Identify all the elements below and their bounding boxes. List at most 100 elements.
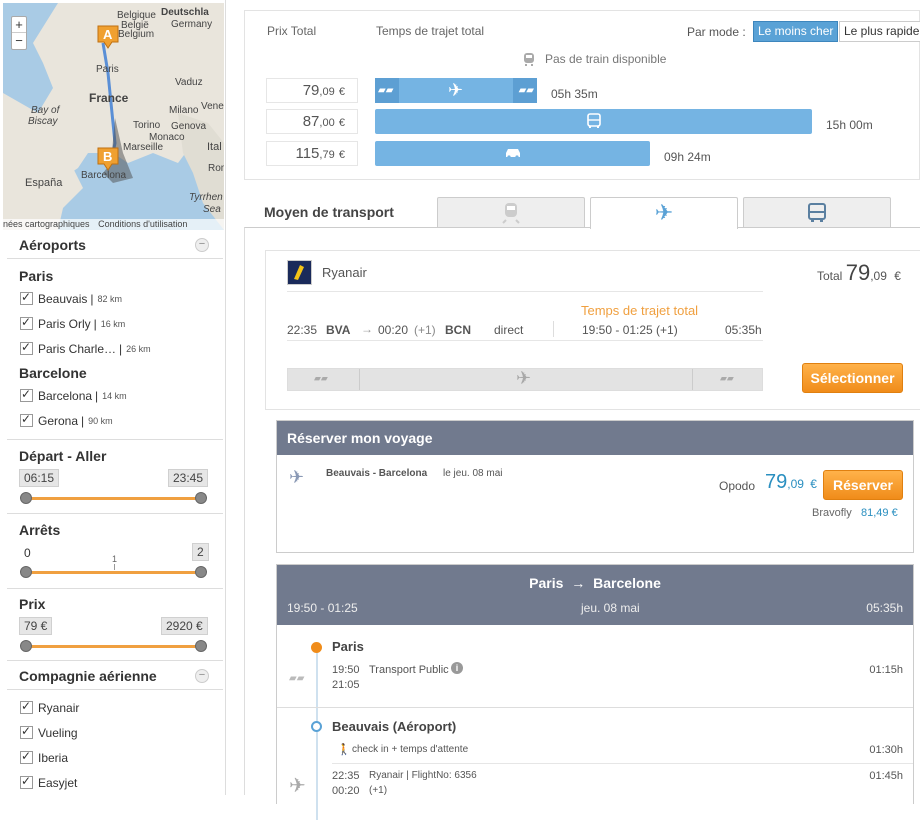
option-bar-car[interactable] bbox=[375, 141, 650, 166]
timeline-stop-dot bbox=[311, 721, 322, 732]
option-duration: 05h 35m bbox=[551, 87, 598, 101]
map-label: Rom bbox=[208, 163, 224, 174]
checkin-text: check in + temps d'attente bbox=[352, 744, 469, 755]
itinerary-from: Paris bbox=[529, 575, 564, 591]
airport-distance: 14 km bbox=[102, 390, 127, 401]
stops-slider-track[interactable] bbox=[26, 571, 201, 574]
total-dec: ,09 bbox=[870, 269, 887, 283]
provider-price: 79,09 € bbox=[765, 471, 817, 494]
departure-min-handle[interactable] bbox=[20, 492, 32, 504]
no-train-text: Pas de train disponible bbox=[545, 52, 667, 66]
zoom-out-button[interactable]: − bbox=[12, 33, 26, 49]
departure-title: Départ - Aller bbox=[19, 448, 107, 464]
airline-list: Ryanair Vueling Iberia Easyjet bbox=[7, 695, 207, 795]
airline-name: Iberia bbox=[38, 750, 69, 765]
price-min-handle[interactable] bbox=[20, 640, 32, 652]
price-int: 87 bbox=[302, 113, 320, 130]
airport-checkbox-beauvais[interactable]: Beauvais|82 km bbox=[7, 286, 207, 311]
price-currency: € bbox=[338, 149, 345, 161]
car-icon: ▰▰ bbox=[720, 373, 734, 383]
book-button[interactable]: Réserver bbox=[823, 470, 903, 500]
map-label: Venezia bbox=[201, 101, 224, 112]
checkbox-checked-icon bbox=[20, 412, 33, 427]
train-icon bbox=[524, 53, 534, 66]
alt-provider-price[interactable]: 81,49 € bbox=[861, 507, 898, 519]
airport-distance: 82 km bbox=[97, 293, 123, 304]
airport-list: Beauvais|82 km Paris Orly|16 km Paris Ch… bbox=[7, 286, 207, 361]
segment-duration: 01:15h bbox=[869, 664, 903, 676]
stops-min-handle[interactable] bbox=[20, 566, 32, 578]
airport-name: Paris Charle… bbox=[38, 341, 117, 356]
price-slider-track[interactable] bbox=[26, 645, 201, 648]
airline-checkbox-ryanair[interactable]: Ryanair bbox=[7, 695, 207, 720]
airport-checkbox-barcelona[interactable]: Barcelona|14 km bbox=[7, 383, 207, 408]
departure-slider-track[interactable] bbox=[26, 497, 201, 500]
airline-name: Easyjet bbox=[38, 775, 78, 790]
stops-max-handle[interactable] bbox=[195, 566, 207, 578]
booking-card: Réserver mon voyage ✈ Beauvais - Barcelo… bbox=[276, 420, 914, 553]
option-price-car[interactable]: 115,79 € bbox=[266, 141, 358, 166]
airport-name: Paris Orly bbox=[38, 316, 91, 331]
map-terms-link[interactable]: Conditions d'utilisation bbox=[98, 219, 187, 229]
zoom-control: + − bbox=[11, 16, 27, 50]
route-map[interactable]: Belgique België Belgium Deutschla German… bbox=[3, 3, 224, 230]
option-bar-flight[interactable]: ▰▰ ✈ ▰▰ bbox=[375, 78, 537, 103]
option-duration: 09h 24m bbox=[664, 150, 711, 164]
stop-time: 21:05 bbox=[332, 679, 360, 691]
itinerary-date: jeu. 08 mai bbox=[581, 601, 640, 615]
collapse-icon[interactable]: − bbox=[195, 669, 209, 683]
option-bar-bus[interactable] bbox=[375, 109, 812, 134]
total-time-range: 19:50 - 01:25 (+1) bbox=[582, 323, 678, 337]
mode-fastest-button[interactable]: Le plus rapide bbox=[839, 21, 920, 42]
map-label: Germany bbox=[171, 19, 212, 30]
plane-icon: ✈ bbox=[289, 775, 306, 797]
option-price-bus[interactable]: 87,00 € bbox=[266, 109, 358, 134]
airline-section-header[interactable]: Compagnie aérienne − bbox=[7, 660, 223, 688]
info-icon[interactable]: i bbox=[451, 662, 463, 674]
separator: | bbox=[90, 291, 94, 306]
price-max-handle[interactable] bbox=[195, 640, 207, 652]
airport-checkbox-gerona[interactable]: Gerona|90 km bbox=[7, 408, 207, 433]
map-label: Deutschla bbox=[161, 7, 209, 18]
airline-checkbox-easyjet[interactable]: Easyjet bbox=[7, 770, 207, 795]
map-label: Sea bbox=[203, 204, 221, 215]
departure-max-handle[interactable] bbox=[195, 492, 207, 504]
map-label: France bbox=[89, 91, 129, 105]
map-label: Bay of bbox=[31, 105, 61, 116]
zoom-in-button[interactable]: + bbox=[12, 17, 26, 33]
airports-section-header[interactable]: Aéroports − bbox=[7, 231, 223, 257]
airport-checkbox-orly[interactable]: Paris Orly|16 km bbox=[7, 311, 207, 336]
timeline-origin-dot bbox=[311, 642, 322, 653]
segment-divider bbox=[692, 369, 693, 390]
map-label: Tyrrhen bbox=[189, 192, 223, 203]
departure-max-value: 23:45 bbox=[168, 469, 209, 487]
arrival-code: BCN bbox=[445, 323, 471, 337]
map-label: Genova bbox=[171, 121, 206, 132]
map-data-credit: nées cartographiques bbox=[3, 219, 90, 229]
airline-filter: Ryanair Vueling Iberia Easyjet bbox=[7, 689, 223, 795]
walk-icon: 🚶 bbox=[337, 744, 351, 756]
airport-checkbox-cdg[interactable]: Paris Charle…|26 km bbox=[7, 336, 207, 361]
airline-name: Ryanair bbox=[38, 700, 80, 715]
airline-checkbox-iberia[interactable]: Iberia bbox=[7, 745, 207, 770]
total-duration: 05:35h bbox=[725, 323, 762, 337]
car-icon: ▰▰ bbox=[314, 373, 328, 383]
checkbox-checked-icon bbox=[20, 699, 33, 714]
mode-cheapest-button[interactable]: Le moins cher bbox=[753, 21, 839, 42]
collapse-icon[interactable]: − bbox=[195, 238, 209, 252]
map-label: Milano bbox=[169, 105, 199, 116]
tab-flight[interactable]: ✈ bbox=[590, 197, 738, 229]
tab-train[interactable] bbox=[437, 197, 585, 228]
stop-name: Beauvais (Aéroport) bbox=[332, 719, 457, 734]
itinerary-header: Paris → Barcelone 19:50 - 01:25 jeu. 08 … bbox=[277, 565, 913, 625]
stops-min-value: 0 bbox=[24, 546, 31, 560]
airline-checkbox-vueling[interactable]: Vueling bbox=[7, 720, 207, 745]
airline-name: Ryanair bbox=[322, 265, 367, 280]
select-button[interactable]: Sélectionner bbox=[802, 363, 903, 393]
map-label: Marseille bbox=[123, 142, 163, 153]
arrival-time: 00:20 bbox=[378, 323, 409, 337]
price-currency: € bbox=[338, 86, 345, 98]
booking-date: le jeu. 08 mai bbox=[443, 468, 503, 479]
tab-bus[interactable] bbox=[743, 197, 891, 228]
option-price-flight[interactable]: 79,09 € bbox=[266, 78, 358, 103]
